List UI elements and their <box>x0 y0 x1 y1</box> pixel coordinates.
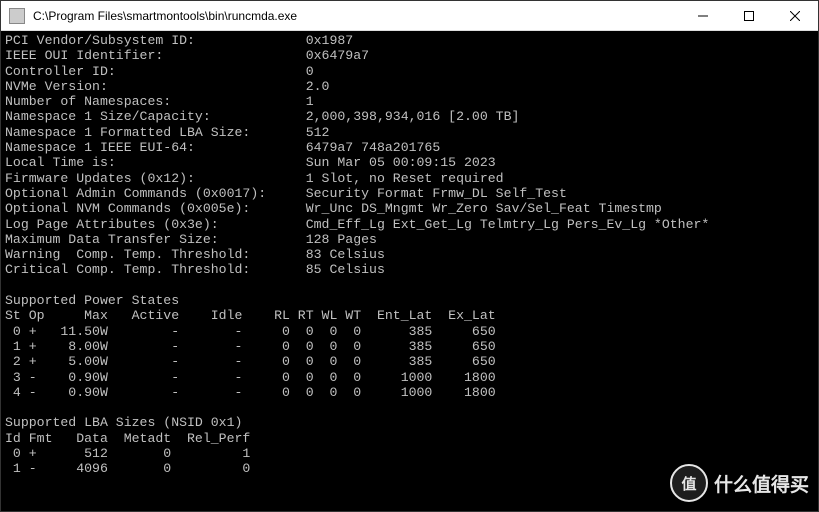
minimize-button[interactable] <box>680 1 726 31</box>
maximize-icon <box>744 11 754 21</box>
titlebar[interactable]: C:\Program Files\smartmontools\bin\runcm… <box>1 1 818 31</box>
minimize-icon <box>698 11 708 21</box>
window-controls <box>680 1 818 31</box>
close-button[interactable] <box>772 1 818 31</box>
app-icon <box>9 8 25 24</box>
maximize-button[interactable] <box>726 1 772 31</box>
close-icon <box>790 11 800 21</box>
window-title: C:\Program Files\smartmontools\bin\runcm… <box>33 9 680 23</box>
terminal-output[interactable]: PCI Vendor/Subsystem ID: 0x1987 IEEE OUI… <box>1 31 818 511</box>
app-window: C:\Program Files\smartmontools\bin\runcm… <box>0 0 819 512</box>
